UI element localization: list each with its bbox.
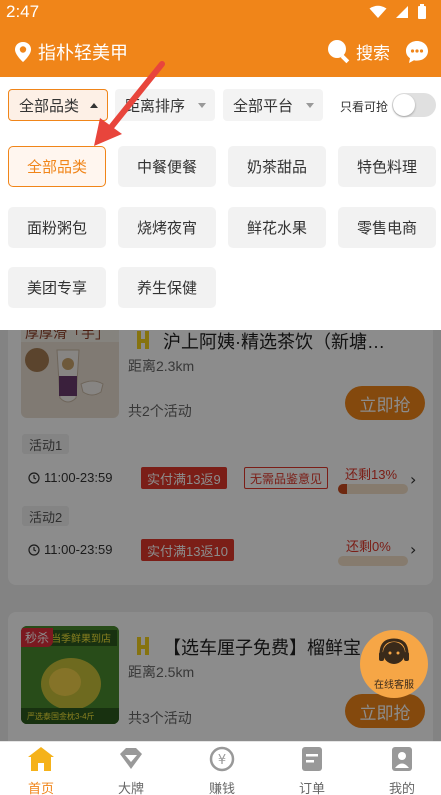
message-button[interactable] — [404, 39, 430, 69]
category-option-flowers-fruit[interactable]: 鲜花水果 — [228, 207, 326, 248]
svg-text:¥: ¥ — [218, 753, 226, 768]
status-time: 2:47 — [6, 2, 40, 21]
category-option-milk-tea[interactable]: 奶茶甜品 — [228, 146, 326, 187]
yen-icon: ¥ — [209, 746, 235, 772]
category-option-retail[interactable]: 零售电商 — [338, 207, 436, 248]
tab-label: 赚钱 — [208, 781, 235, 795]
tab-label: 订单 — [298, 781, 325, 795]
category-panel: 全部品类 中餐便餐 奶茶甜品 特色料理 面粉粥包 烧烤夜宵 鲜花水果 零售电商 … — [0, 132, 441, 330]
pointer-arrow-icon — [94, 61, 165, 146]
search-icon — [328, 40, 350, 64]
tab-profile[interactable]: 我的 — [372, 746, 432, 795]
app-bar: 指朴轻美甲 搜索 — [0, 26, 441, 77]
category-option-chinese-meal[interactable]: 中餐便餐 — [118, 146, 216, 187]
home-icon — [28, 747, 54, 771]
tab-orders[interactable]: 订单 — [282, 746, 342, 795]
category-option-specialty[interactable]: 特色料理 — [338, 146, 436, 187]
location-pin-icon — [15, 42, 31, 62]
signal-icon — [396, 6, 408, 18]
caret-down-icon — [198, 103, 206, 108]
tab-home[interactable]: 首页 — [11, 746, 71, 795]
category-option-all[interactable]: 全部品类 — [8, 146, 106, 187]
grab-only-toggle[interactable] — [392, 93, 436, 117]
online-service-label: 在线客服 — [374, 680, 414, 691]
search-label: 搜索 — [356, 43, 390, 63]
toggle-knob — [393, 94, 415, 116]
status-bar: 2:47 — [0, 0, 441, 26]
order-icon — [302, 747, 322, 771]
caret-down-icon — [306, 103, 314, 108]
filter-bar: 全部品类 距离排序 全部平台 只看可抢 — [0, 77, 441, 132]
grab-only-label: 只看可抢 — [340, 100, 389, 114]
category-filter-label: 全部品类 — [19, 97, 80, 115]
battery-icon — [418, 4, 426, 19]
chat-bubble-icon — [406, 41, 428, 63]
tab-label: 大牌 — [117, 781, 144, 795]
bottom-tab-bar: 首页 大牌 ¥ 赚钱 订单 我的 — [0, 741, 441, 795]
tab-earn[interactable]: ¥ 赚钱 — [192, 746, 252, 795]
status-icons — [369, 4, 427, 20]
platform-filter-label: 全部平台 — [233, 97, 294, 115]
diamond-icon — [120, 748, 142, 769]
platform-filter-dropdown[interactable]: 全部平台 — [223, 89, 323, 121]
headset-icon — [379, 638, 409, 664]
tab-brands[interactable]: 大牌 — [101, 746, 161, 795]
tab-label: 我的 — [388, 781, 415, 795]
category-option-bbq[interactable]: 烧烤夜宵 — [118, 207, 216, 248]
wifi-icon — [369, 5, 387, 18]
search-button[interactable]: 搜索 — [326, 38, 390, 64]
profile-icon — [392, 747, 412, 771]
category-option-meituan[interactable]: 美团专享 — [8, 267, 106, 308]
category-option-wellness[interactable]: 养生保健 — [118, 267, 216, 308]
online-service-button[interactable]: 在线客服 — [360, 630, 428, 698]
tab-label: 首页 — [27, 781, 54, 795]
category-option-noodles[interactable]: 面粉粥包 — [8, 207, 106, 248]
